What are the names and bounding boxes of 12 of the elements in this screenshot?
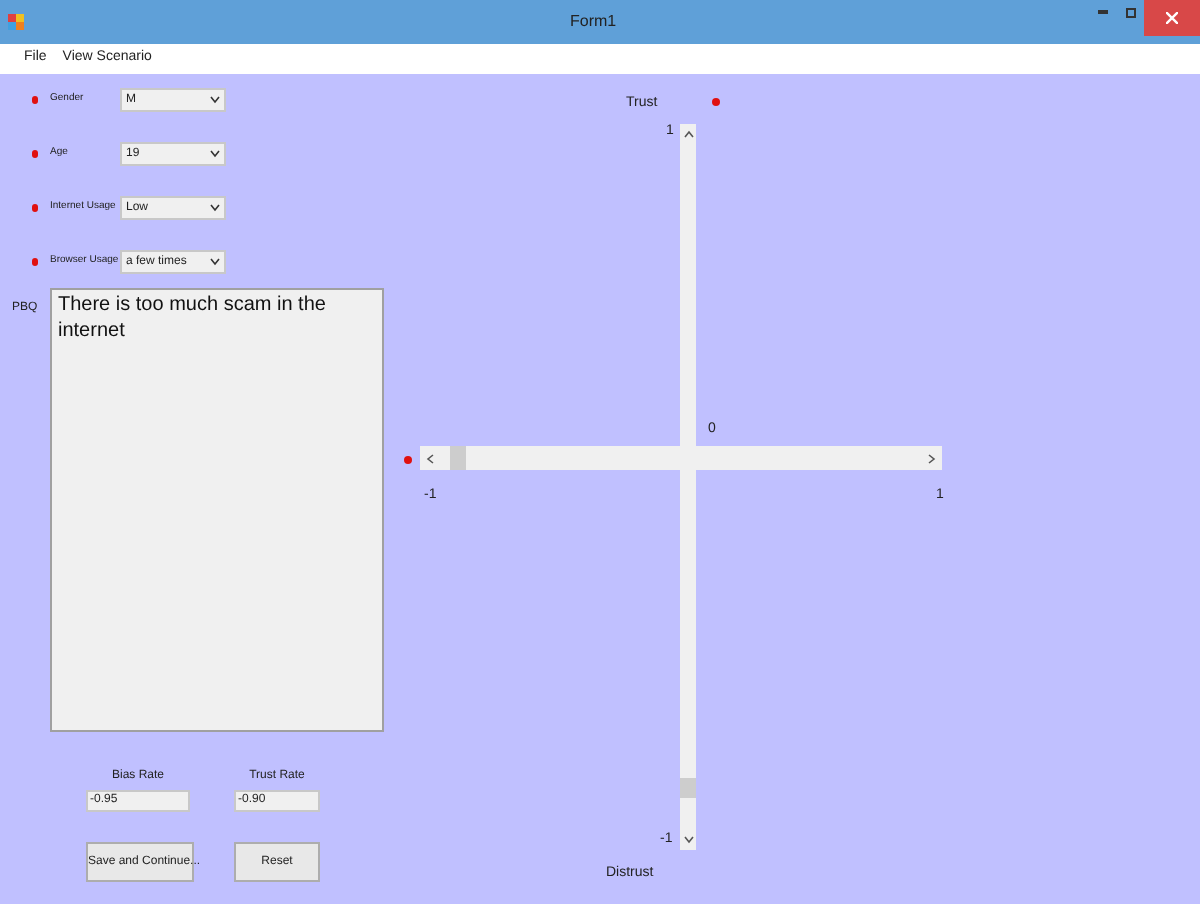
chevron-down-icon — [210, 258, 220, 266]
chevron-down-icon — [210, 96, 220, 104]
app-icon — [8, 14, 24, 30]
scroll-thumb[interactable] — [680, 778, 696, 798]
horizontal-scrollbar[interactable] — [420, 446, 942, 470]
window-title: Form1 — [570, 10, 617, 34]
chevron-down-icon — [210, 150, 220, 158]
vertical-scrollbar[interactable] — [680, 124, 696, 850]
chevron-down-icon — [210, 204, 220, 212]
close-icon[interactable] — [1144, 0, 1200, 36]
scroll-thumb[interactable] — [450, 446, 466, 470]
pbq-text-area[interactable]: There is too much scam in the internet — [50, 288, 384, 732]
